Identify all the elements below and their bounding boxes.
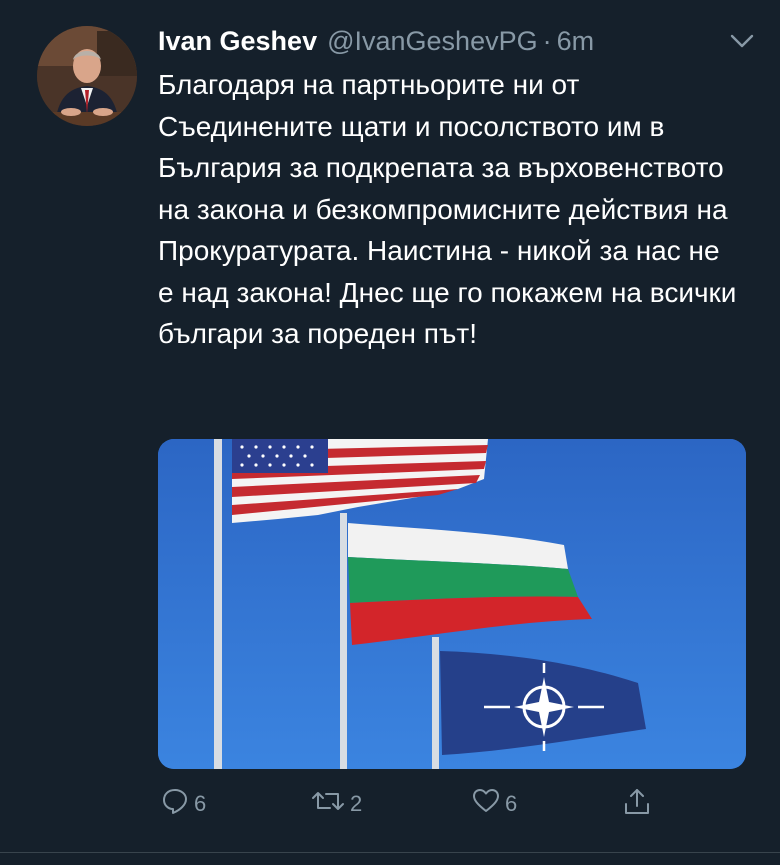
retweet-button[interactable]: 2 bbox=[310, 786, 362, 822]
chevron-down-icon[interactable] bbox=[724, 28, 760, 54]
author-handle[interactable]: @IvanGeshevPG bbox=[327, 26, 538, 57]
reply-button[interactable]: 6 bbox=[160, 786, 206, 822]
divider bbox=[0, 852, 780, 853]
action-bar: 6 2 6 bbox=[158, 786, 678, 826]
tweet[interactable]: Ivan Geshev @IvanGeshevPG · 6m Благодаря… bbox=[0, 0, 780, 865]
like-button[interactable]: 6 bbox=[471, 786, 517, 822]
avatar[interactable] bbox=[37, 26, 137, 126]
share-button[interactable] bbox=[622, 786, 652, 824]
retweet-icon bbox=[310, 786, 346, 822]
heart-icon bbox=[471, 786, 501, 822]
like-count: 6 bbox=[505, 791, 518, 816]
retweet-count: 2 bbox=[350, 791, 363, 816]
reply-count: 6 bbox=[194, 791, 207, 816]
separator: · bbox=[542, 26, 552, 56]
share-icon bbox=[622, 786, 652, 824]
reply-icon bbox=[160, 786, 190, 822]
timestamp[interactable]: 6m bbox=[557, 26, 595, 57]
tweet-image[interactable] bbox=[158, 439, 746, 769]
tweet-header: Ivan Geshev @IvanGeshevPG · 6m bbox=[158, 26, 760, 62]
tweet-text: Благодаря на партньорите ни от Съединени… bbox=[158, 69, 737, 349]
author-name[interactable]: Ivan Geshev bbox=[158, 26, 317, 57]
